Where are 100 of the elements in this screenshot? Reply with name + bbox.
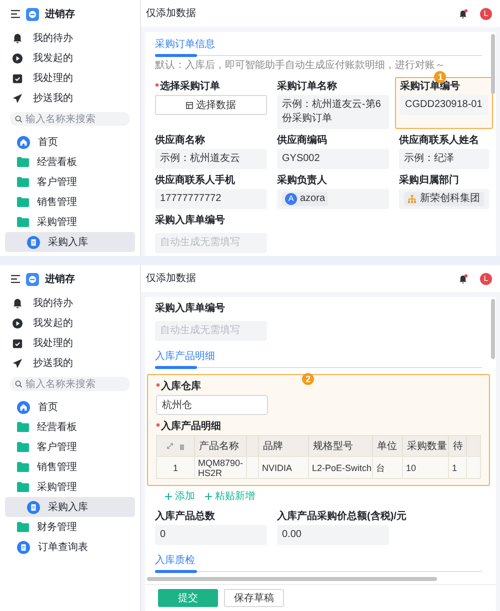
nav-item[interactable]: 财务管理 (5, 517, 135, 537)
trash-icon[interactable] (178, 442, 184, 450)
column-header: 待 (453, 440, 462, 454)
quick-item[interactable]: 我发起的 (0, 313, 140, 333)
field-label: 供应商编码 (277, 135, 327, 147)
menu-icon[interactable] (11, 275, 20, 283)
user-name: azora (300, 192, 326, 206)
page-title: 仅添加数据 (146, 6, 197, 21)
field-label: 采购订单编号 (400, 81, 460, 93)
column-header: 单位 (377, 440, 398, 454)
folder-icon (17, 522, 29, 532)
quick-label: 抄送我的 (33, 356, 73, 370)
nav-label: 首页 (38, 136, 58, 150)
table-icon (186, 102, 193, 108)
table-cell: NVIDIA (262, 462, 292, 472)
send-icon (12, 92, 23, 104)
expand-icon[interactable] (166, 443, 172, 449)
nav-item[interactable]: 采购管理 (5, 212, 135, 232)
nav-label: 经营看板 (37, 420, 77, 434)
field-label: 供应商名称 (155, 135, 205, 147)
document-icon (27, 236, 40, 248)
nav-item[interactable]: 订单查询表 (5, 537, 135, 557)
nav-item[interactable]: 首页 (5, 397, 135, 417)
scrollbar[interactable] (491, 34, 495, 94)
required-icon (156, 423, 160, 427)
quick-item[interactable]: 抄送我的 (0, 88, 140, 108)
quick-label: 我的待办 (33, 32, 73, 46)
bell-icon[interactable] (459, 8, 468, 18)
column-header: 规格型号 (313, 440, 354, 454)
field-label: 入库产品总数 (155, 511, 215, 523)
search-field[interactable]: 输入名称来搜索 (10, 112, 130, 126)
section-tab[interactable]: 入库质检 (155, 555, 195, 566)
quick-label: 我发起的 (33, 316, 73, 330)
required-icon (155, 83, 159, 87)
quick-item[interactable]: 我的待办 (0, 293, 140, 313)
calendar-check-icon (12, 338, 23, 348)
field-label: 采购入库单编号 (155, 215, 225, 227)
user-avatar[interactable]: L (480, 8, 492, 20)
nav-item[interactable]: 经营看板 (5, 417, 135, 437)
horizontal-scrollbar[interactable] (147, 577, 437, 581)
search-field[interactable]: 输入名称来搜索 (10, 377, 130, 391)
select-data-button[interactable]: 选择数据 (155, 95, 267, 115)
field-value: 示例：杭州道友云 (155, 149, 267, 169)
nav-label: 首页 (38, 400, 58, 414)
warehouse-field[interactable]: 杭州仓 (156, 395, 268, 415)
field-label: 采购订单名称 (277, 81, 337, 93)
nav-item[interactable]: 首页 (5, 132, 135, 152)
nav-item[interactable]: 客户管理 (5, 172, 135, 192)
field-input[interactable]: 自动生成无需填写 (155, 321, 267, 341)
folder-icon (17, 217, 29, 227)
required-icon (156, 383, 160, 387)
scrollbar[interactable] (491, 299, 495, 359)
quick-item[interactable]: 我发起的 (0, 48, 140, 68)
quick-label: 我处理的 (33, 336, 73, 350)
section-tab[interactable]: 采购订单信息 (155, 39, 215, 50)
section-tab[interactable]: 入库产品明细 (155, 351, 215, 362)
bell-icon (12, 32, 23, 44)
nav-item[interactable]: 销售管理 (5, 457, 135, 477)
bell-icon[interactable] (459, 274, 468, 284)
save-draft-button[interactable]: 保存草稿 (224, 589, 284, 607)
nav-item[interactable]: 经营看板 (5, 152, 135, 172)
folder-icon (17, 422, 29, 432)
quick-item[interactable]: 我的待办 (0, 28, 140, 48)
app-logo-icon (26, 8, 39, 20)
folder-icon (17, 157, 29, 167)
table-cell: 10 (406, 462, 416, 472)
nav-label: 经营看板 (37, 156, 77, 170)
nav-item[interactable]: 采购入库 (5, 232, 135, 252)
user-avatar[interactable]: L (480, 272, 492, 284)
field-value: CGDD230918-01 (400, 95, 488, 115)
nav-item[interactable]: 销售管理 (5, 192, 135, 212)
document-icon (27, 500, 40, 514)
menu-icon[interactable] (11, 10, 20, 18)
field-label: 入库仓库 (161, 381, 201, 393)
nav-item[interactable]: 采购管理 (5, 477, 135, 497)
quick-label: 抄送我的 (33, 92, 73, 106)
search-icon (15, 115, 22, 123)
send-icon (12, 358, 23, 368)
nav-label: 客户管理 (37, 440, 77, 454)
quick-item[interactable]: 我处理的 (0, 68, 140, 88)
play-icon (12, 318, 23, 328)
page-title: 仅添加数据 (146, 272, 197, 286)
column-header: 产品名称 (199, 440, 240, 454)
document-icon (17, 540, 30, 554)
nav-item[interactable]: 采购入库 (5, 497, 135, 517)
field-input[interactable]: 自动生成无需填写 (155, 233, 267, 253)
nav-label: 销售管理 (37, 196, 77, 210)
table-cell: MQM8790-HS2R (198, 458, 244, 478)
nav-label: 订单查询表 (38, 540, 88, 554)
folder-icon (17, 197, 29, 207)
active-tab-indicator (155, 570, 197, 573)
user-avatar: A (285, 193, 297, 205)
nav-item[interactable]: 客户管理 (5, 437, 135, 457)
column-header: 采购数量 (407, 440, 444, 454)
quick-item[interactable]: 抄送我的 (0, 353, 140, 373)
app-logo-icon (26, 272, 39, 286)
column-header: 品牌 (263, 440, 284, 454)
quick-item[interactable]: 我处理的 (0, 333, 140, 353)
plus-icon (165, 493, 172, 500)
field-label: 采购入库单编号 (155, 303, 225, 315)
